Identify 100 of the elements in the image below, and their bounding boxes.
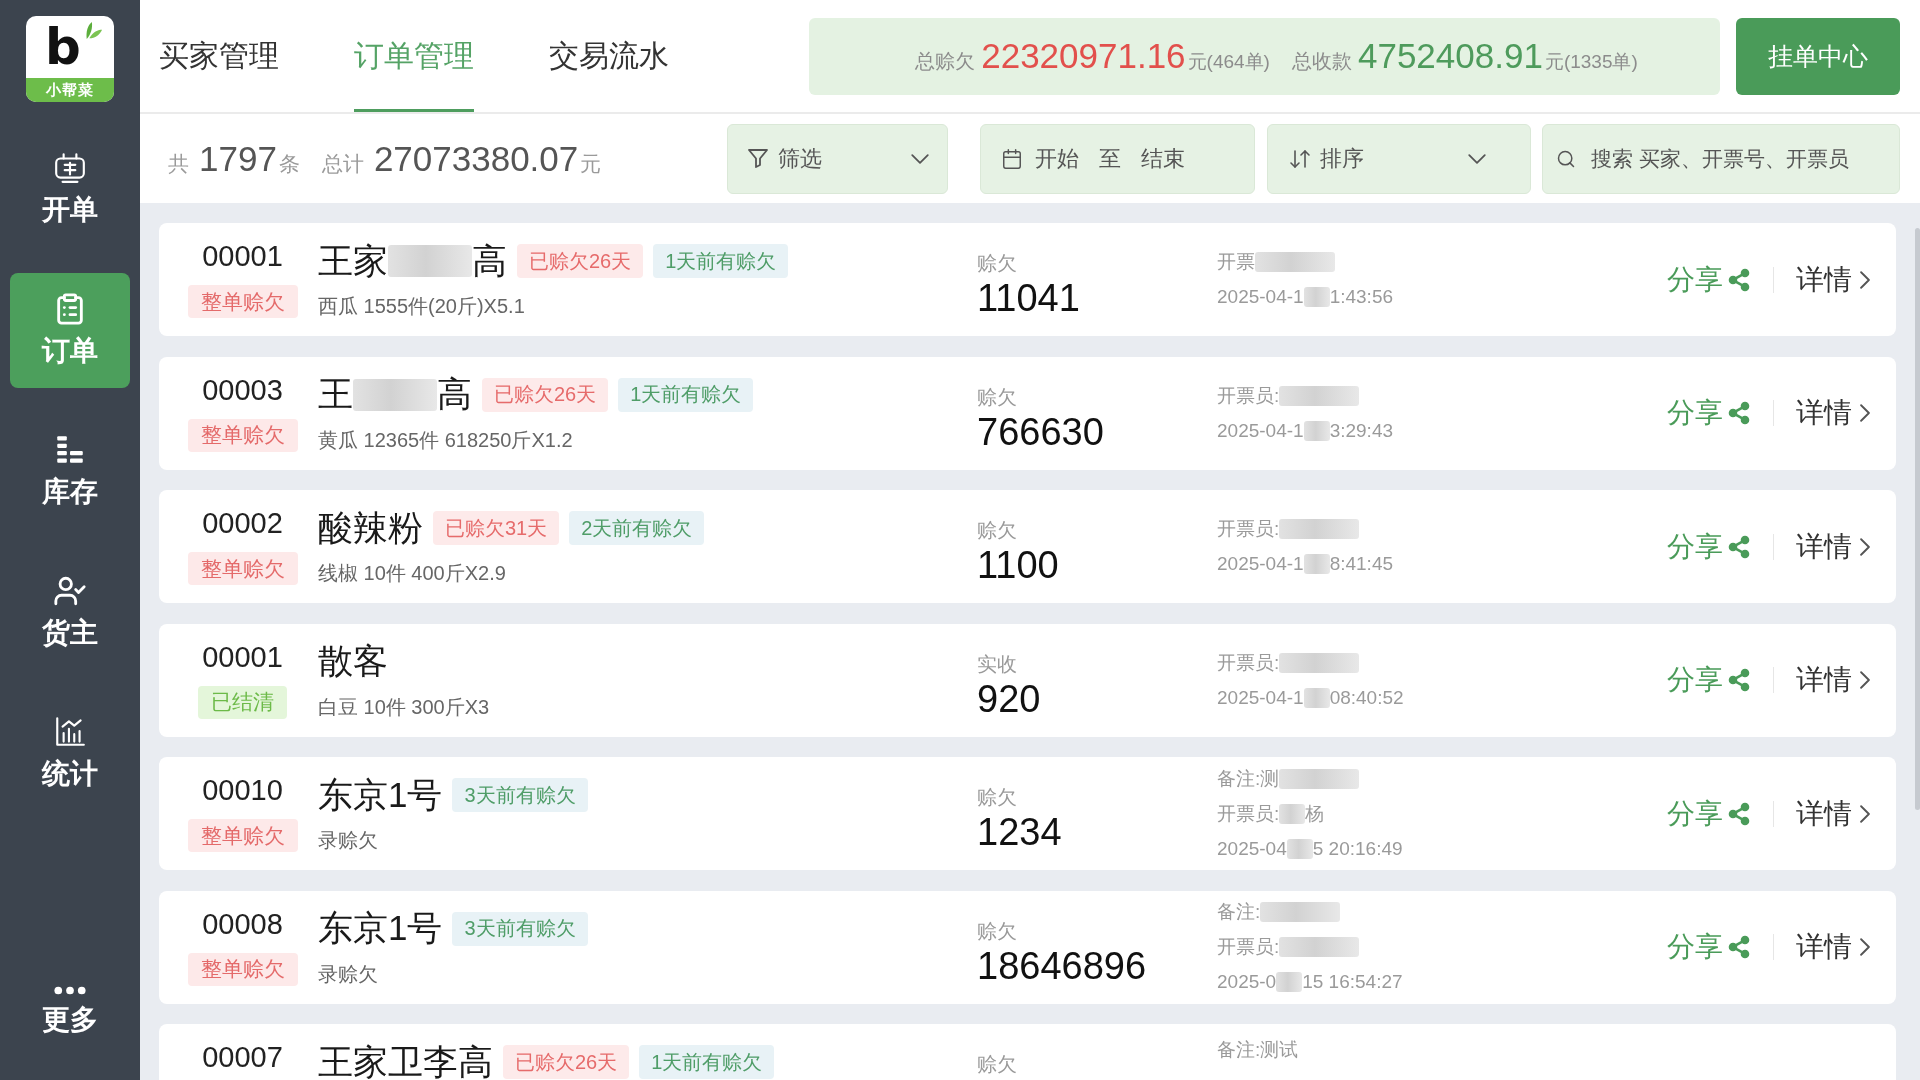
chevron-down-icon: [911, 153, 929, 164]
order-card[interactable]: 00002 整单赊欠 酸辣粉 已赊欠31天 2天前有赊欠 线椒 10件 400斤X2.9 赊欠 1100 开票员: 2025-04-1 8:41:45 分享 详情: [159, 490, 1896, 603]
order-info-text: 开票员:: [1217, 517, 1280, 541]
record-count: 1797: [199, 138, 277, 179]
order-number: 00002: [202, 508, 283, 538]
end-date-field[interactable]: 结束: [1141, 143, 1185, 174]
order-info-text: 15 16:54:27: [1302, 971, 1403, 993]
summary-amount: 4752408.91: [1357, 36, 1543, 76]
order-card[interactable]: 00001 已结清 散客 白豆 10件 300斤X3 实收 920 开票员: 2025-04-1 08:40:52 分享 详情: [159, 623, 1896, 737]
tag-badge: 3天前有赊欠: [452, 911, 588, 946]
date-range-field[interactable]: 开始 至 结束: [980, 123, 1255, 194]
chevron-right-icon: [1860, 804, 1870, 823]
buyer-name: 王家卫李高: [318, 1040, 493, 1080]
order-info-text: 2025-04-1: [1217, 553, 1304, 575]
share-icon: [1727, 267, 1751, 292]
start-date-field[interactable]: 开始: [1035, 143, 1079, 174]
nav-item[interactable]: 开单: [10, 132, 130, 247]
order-card[interactable]: 00008 整单赊欠 东京1号 3天前有赊欠 录赊欠 赊欠 18646896 备注: 开票员: 2025-0 15 16:54:27 分享 详情: [159, 890, 1896, 1004]
details-button[interactable]: 详情: [1796, 260, 1870, 299]
stats-label: 总计: [321, 150, 364, 177]
amount-label: 实收: [977, 651, 1018, 676]
goods-text: 录赊欠: [318, 961, 379, 987]
order-number: 00008: [202, 908, 283, 939]
tag-badge: 1天前有赊欠: [618, 377, 754, 412]
buyer-name: 散客: [318, 640, 388, 682]
order-info-text: 2025-04-1: [1217, 686, 1304, 709]
blurred-area: [1276, 972, 1303, 992]
amount-value: 11041: [977, 277, 1081, 319]
summary-unit: 元(1335单): [1544, 50, 1638, 74]
order-info-text: 备注:测试: [1217, 1037, 1299, 1062]
summary-unit: 元(464单): [1187, 50, 1270, 74]
details-button[interactable]: 详情: [1796, 394, 1870, 432]
scrollbar-thumb[interactable]: [1915, 228, 1920, 810]
amount-label: 赊欠: [977, 251, 1018, 275]
more-icon: [54, 986, 86, 995]
order-info-text: 2025-04-1: [1217, 419, 1304, 442]
logo-text: 小帮菜: [26, 78, 114, 102]
order-info-text: 2025-04-1: [1217, 286, 1304, 308]
tag-badge: 3天前有赊欠: [452, 778, 588, 812]
share-icon: [1727, 668, 1751, 692]
tag-badge: 2天前有赊欠: [569, 511, 705, 545]
goods-text: 录赊欠: [318, 828, 379, 853]
order-info-text: 开票员:: [1217, 801, 1280, 826]
summary-label: 总收款: [1291, 49, 1352, 74]
chevron-right-icon: [1860, 938, 1870, 956]
nav-item[interactable]: 更多: [10, 955, 130, 1070]
amount-value: 1100: [977, 544, 1060, 586]
nav-item[interactable]: 统计: [10, 696, 130, 811]
details-button[interactable]: 详情: [1796, 661, 1870, 699]
logo-letter: b: [45, 20, 81, 74]
share-icon: [1727, 534, 1751, 559]
chevron-down-icon: [1468, 153, 1486, 164]
tab[interactable]: 买家管理: [159, 0, 279, 112]
bar-chart-icon: [53, 714, 87, 749]
order-card[interactable]: 00010 整单赊欠 东京1号 3天前有赊欠 录赊欠 赊欠 1234 备注:测 开票员: 杨 2025-04 5 20:16:49 分享 详情: [159, 757, 1896, 870]
order-number: 00001: [202, 641, 283, 672]
order-number: 00001: [202, 241, 283, 271]
stats-unit: 条: [278, 150, 300, 177]
details-button[interactable]: 详情: [1796, 928, 1870, 966]
date-separator: 至: [1099, 144, 1121, 173]
order-card[interactable]: 00003 整单赊欠 王 高 已赊欠26天 1天前有赊欠 黄瓜 12365件 618250斤X1.2 赊欠 766630 开票员: 2025-04-1 3:29:43 分享 详情: [159, 356, 1896, 470]
status-badge: 已结清: [198, 685, 287, 719]
order-info-text: 5 20:16:49: [1312, 837, 1403, 860]
blurred-area: [1286, 838, 1313, 859]
amount-label: 赊欠: [977, 384, 1018, 409]
amount-label: 赊欠: [977, 1052, 1018, 1076]
share-icon: [1727, 935, 1751, 959]
filter-dropdown[interactable]: 筛选: [727, 123, 948, 194]
summary-label: 总赊欠: [915, 49, 976, 74]
status-badge: 整单赊欠: [187, 552, 298, 585]
order-info-text: 开票员:: [1217, 383, 1280, 408]
tab[interactable]: 交易流水: [549, 0, 669, 112]
amount-label: 赊欠: [977, 918, 1018, 943]
tag-badge: 1天前有赊欠: [653, 244, 789, 278]
nav-item[interactable]: 货主: [10, 555, 130, 670]
buyer-name: 东京1号: [318, 773, 443, 816]
order-info-text: 2025-0: [1217, 971, 1277, 993]
blurred-area: [1303, 554, 1330, 574]
amount-value: 766630: [977, 410, 1105, 453]
blurred-area: [1303, 287, 1330, 307]
amount-label: 赊欠: [977, 785, 1018, 809]
buyer-name: 酸辣粉: [318, 506, 423, 549]
order-info-text: 1:43:56: [1329, 286, 1394, 308]
details-button[interactable]: 详情: [1796, 527, 1870, 566]
order-card[interactable]: 00007 王家卫李高 已赊欠26天 1天前有赊欠 赊欠 备注:测试: [159, 1024, 1896, 1080]
buyer-name: 高: [437, 373, 472, 415]
sort-dropdown[interactable]: 排序: [1267, 123, 1531, 194]
amount-value: 920: [977, 677, 1042, 720]
details-button[interactable]: 详情: [1796, 794, 1870, 833]
status-badge: 整单赊欠: [187, 418, 298, 452]
chevron-right-icon: [1860, 270, 1870, 289]
nav-item[interactable]: 库存: [10, 414, 130, 529]
chevron-right-icon: [1860, 404, 1870, 422]
order-info-text: 备注:: [1217, 900, 1261, 924]
search-field[interactable]: 搜索 买家、开票号、开票员: [1542, 123, 1900, 194]
order-info-text: 开票员:: [1217, 650, 1280, 675]
buyer-name: 王: [318, 373, 353, 415]
tag-badge: 已赊欠31天: [433, 511, 560, 545]
monitor-icon: [53, 150, 87, 185]
order-card[interactable]: 00001 整单赊欠 王家 高 已赊欠26天 1天前有赊欠 西瓜 1555件(20斤)X5.1 赊欠 11041 开票 2025-04-1 1:43:56 分享 详情: [159, 223, 1896, 336]
